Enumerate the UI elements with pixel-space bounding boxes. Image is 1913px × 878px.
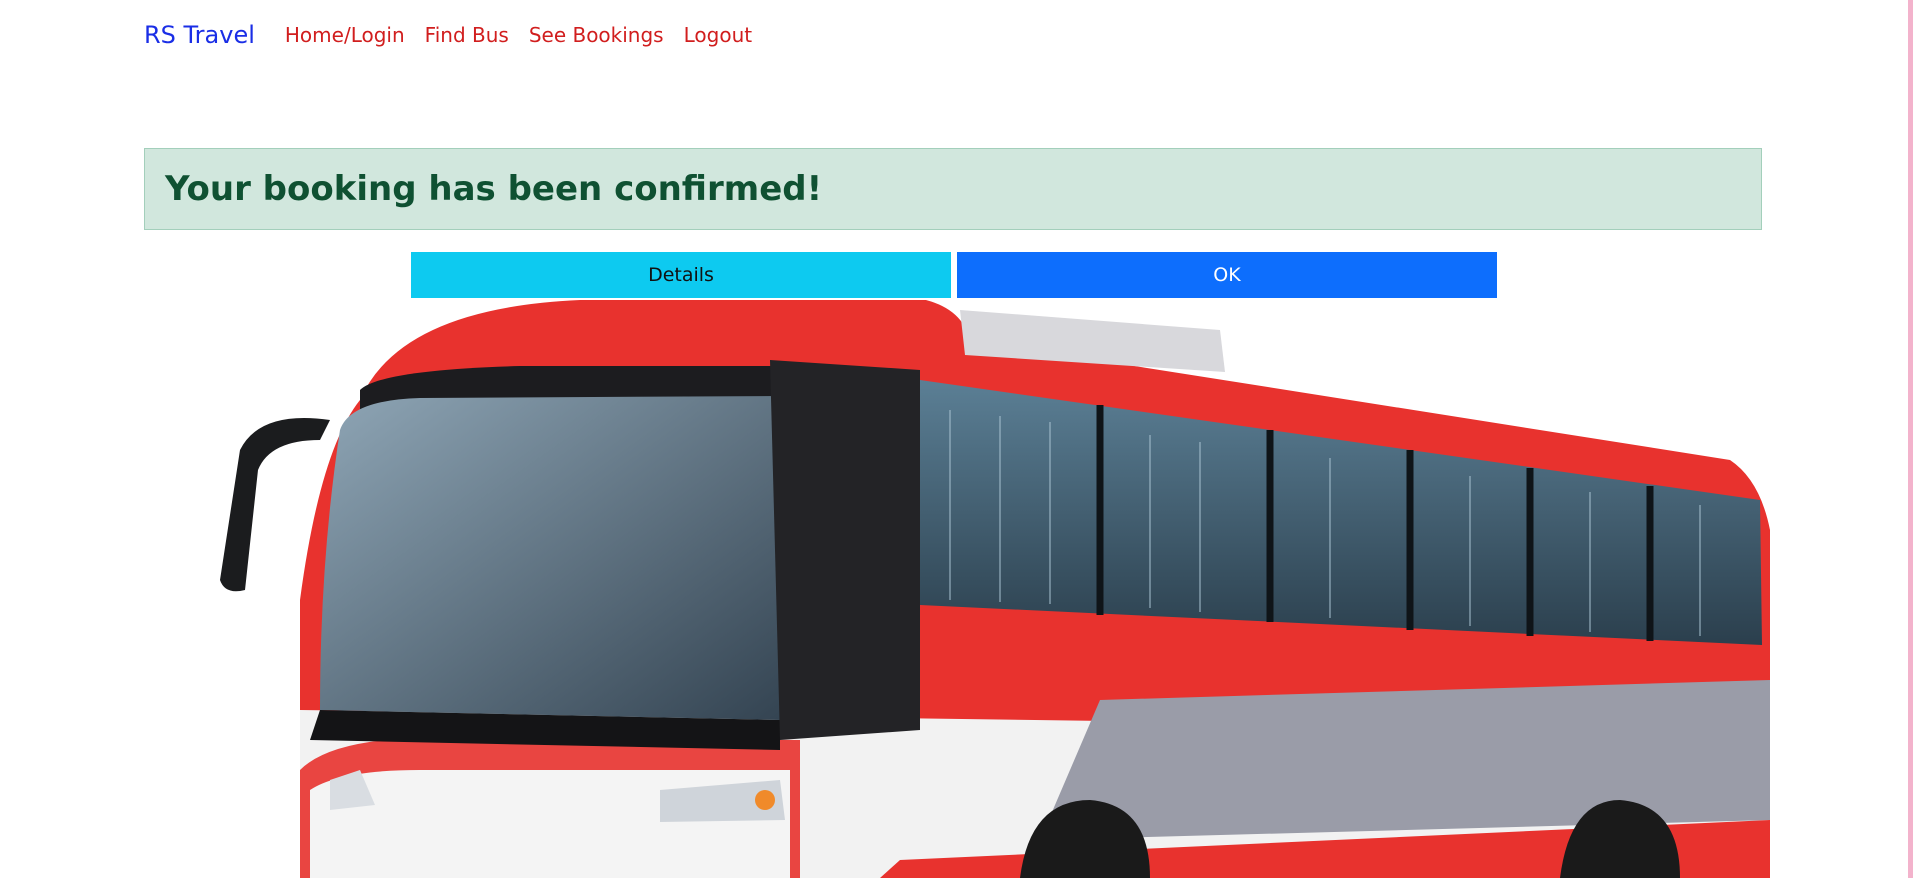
ok-button[interactable]: OK	[957, 252, 1497, 298]
bus-illustration	[220, 300, 1770, 878]
nav-link-logout[interactable]: Logout	[684, 23, 752, 47]
alert-message: Your booking has been confirmed!	[165, 169, 823, 209]
brand-link[interactable]: RS Travel	[144, 21, 255, 49]
details-button[interactable]: Details	[411, 252, 951, 298]
nav-link-find-bus[interactable]: Find Bus	[425, 23, 509, 47]
bus-image	[0, 300, 1913, 878]
booking-confirmed-alert: Your booking has been confirmed!	[144, 148, 1762, 230]
top-navbar: RS Travel Home/Login Find Bus See Bookin…	[144, 18, 772, 52]
nav-link-see-bookings[interactable]: See Bookings	[529, 23, 664, 47]
nav-link-home-login[interactable]: Home/Login	[285, 23, 405, 47]
